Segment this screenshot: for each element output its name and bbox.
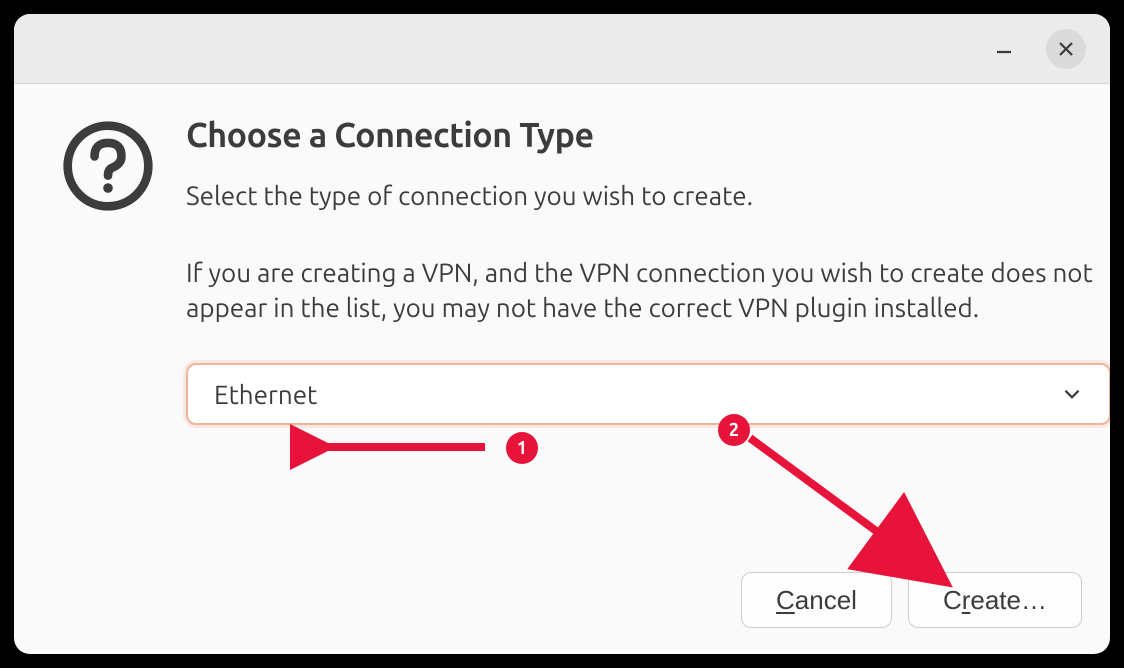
dialog-heading: Choose a Connection Type (186, 116, 1110, 154)
titlebar (14, 14, 1110, 84)
dropdown-selected-label: Ethernet (214, 380, 317, 409)
connection-type-dropdown[interactable]: Ethernet (186, 363, 1110, 425)
minimize-icon (994, 39, 1014, 59)
cancel-button[interactable]: Cancel (741, 572, 892, 628)
close-icon (1056, 39, 1076, 59)
dialog-description-1: Select the type of connection you wish t… (186, 178, 1110, 213)
create-label: Create… (943, 585, 1047, 616)
create-button[interactable]: Create… (908, 572, 1082, 628)
close-button[interactable] (1046, 29, 1086, 69)
question-icon (60, 118, 156, 214)
dialog-window: Choose a Connection Type Select the type… (14, 14, 1110, 654)
minimize-button[interactable] (984, 29, 1024, 69)
dialog-description-2: If you are creating a VPN, and the VPN c… (186, 255, 1110, 325)
chevron-down-icon (1061, 383, 1083, 405)
cancel-label: Cancel (776, 585, 857, 616)
dialog-content: Choose a Connection Type Select the type… (14, 84, 1110, 654)
dialog-buttons: Cancel Create… (741, 572, 1082, 628)
